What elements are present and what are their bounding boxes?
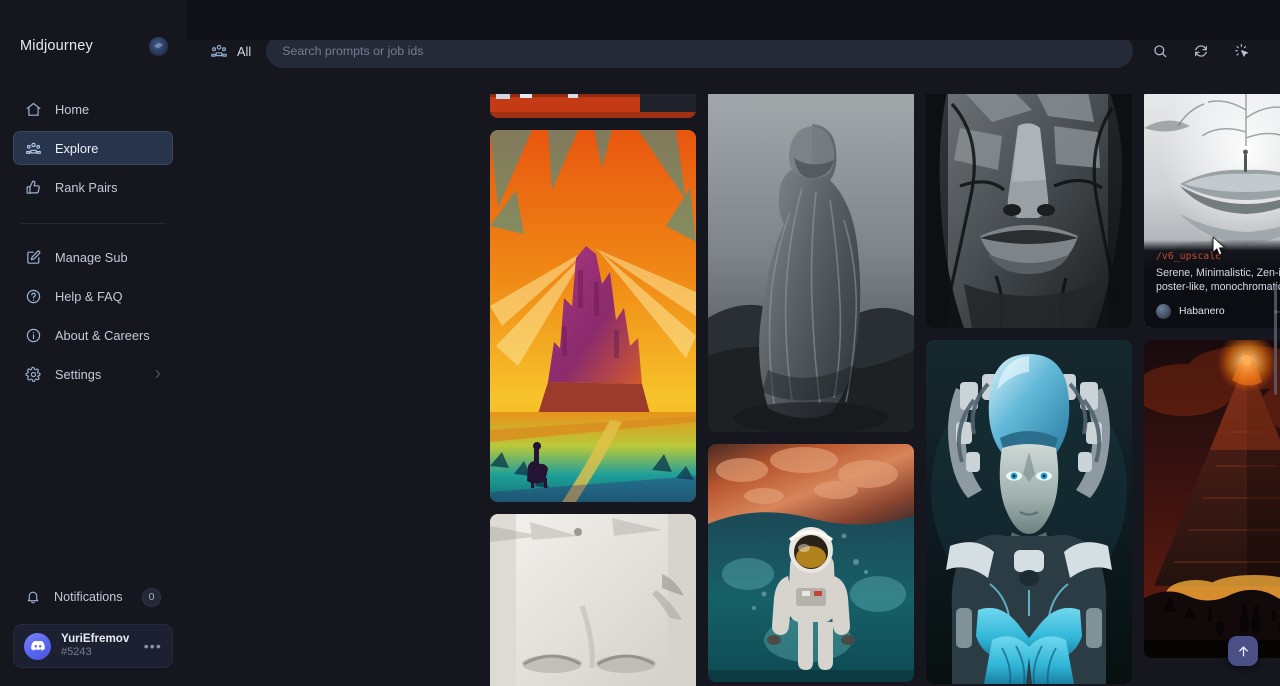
sidebar-item-label: Explore	[55, 141, 98, 156]
image-grid: /v6_upscale 3 hrs ago Serene, Minimalist…	[490, 88, 1280, 686]
gallery-tile[interactable]	[490, 130, 696, 502]
community-icon	[210, 42, 228, 60]
prompt-text: Serene, Minimalistic, Zen-inspired, post…	[1156, 267, 1280, 295]
sparkle-badge-icon[interactable]	[149, 37, 168, 56]
artwork-stone-carved-face	[926, 88, 1132, 328]
edit-square-icon	[25, 249, 42, 266]
ellipsis-icon[interactable]: •••	[144, 639, 162, 653]
sidebar-item-home[interactable]: Home	[13, 92, 173, 126]
gallery-tile[interactable]	[926, 88, 1132, 328]
notifications-count-badge: 0	[142, 588, 161, 607]
sidebar-item-manage-sub[interactable]: Manage Sub	[13, 240, 173, 274]
sidebar-spacer	[0, 396, 186, 582]
sidebar-item-help-faq[interactable]: Help & FAQ	[13, 279, 173, 313]
community-icon	[25, 140, 42, 157]
sidebar: Midjourney Home Explore	[0, 0, 186, 686]
main-content: /v6_upscale 3 hrs ago Serene, Minimalist…	[186, 0, 1280, 686]
arrow-up-icon	[1236, 644, 1251, 659]
artwork-shrouded-figure	[708, 88, 914, 432]
sidebar-item-settings[interactable]: Settings	[13, 357, 173, 391]
refresh-icon	[1193, 43, 1209, 59]
gallery-tile-hovered[interactable]: /v6_upscale 3 hrs ago Serene, Minimalist…	[1144, 88, 1280, 328]
grid-column	[926, 88, 1132, 684]
sparkle-cursor-icon	[1234, 43, 1250, 59]
sidebar-item-rank-pairs[interactable]: Rank Pairs	[13, 170, 173, 204]
overlay-footer: Habanero •••	[1156, 304, 1280, 319]
gear-icon	[25, 366, 42, 383]
sidebar-brand[interactable]: Midjourney	[0, 0, 186, 92]
discord-icon	[30, 638, 46, 654]
avatar	[24, 633, 51, 660]
artwork-cyborg-woman-blue	[926, 340, 1132, 684]
sidebar-item-label: Help & FAQ	[55, 289, 123, 304]
sidebar-item-label: About & Careers	[55, 328, 150, 343]
sidebar-item-label: Home	[55, 102, 89, 117]
overlay-header: /v6_upscale 3 hrs ago	[1156, 250, 1280, 262]
gallery-tile[interactable]	[490, 514, 696, 686]
question-circle-icon	[25, 288, 42, 305]
artwork-underwater-astronaut	[708, 444, 914, 682]
artwork-white-stone-face	[490, 514, 696, 686]
refresh-button[interactable]	[1187, 37, 1215, 65]
user-name: YuriEfremov	[61, 632, 129, 646]
search-icon	[1152, 43, 1168, 59]
gallery-tile[interactable]	[1144, 340, 1280, 658]
sparkle-cursor-button[interactable]	[1228, 37, 1256, 65]
author-avatar	[1156, 304, 1171, 319]
filter-label: All	[237, 44, 251, 59]
sidebar-item-explore[interactable]: Explore	[13, 131, 173, 165]
grid-column	[490, 88, 696, 686]
tile-hover-overlay: /v6_upscale 3 hrs ago Serene, Minimalist…	[1144, 240, 1280, 328]
sidebar-divider	[20, 223, 166, 224]
notifications-label: Notifications	[54, 590, 123, 604]
sidebar-item-label: Rank Pairs	[55, 180, 118, 195]
sidebar-item-label: Settings	[55, 367, 101, 382]
user-account-card[interactable]: YuriEfremov #5243 •••	[13, 624, 173, 668]
chevron-right-icon	[155, 369, 161, 379]
author-name: Habanero	[1179, 306, 1225, 317]
gallery-tile[interactable]	[708, 88, 914, 432]
brand-title: Midjourney	[20, 38, 93, 54]
app-root: Midjourney Home Explore	[0, 0, 1280, 686]
bell-icon	[25, 589, 41, 605]
search-input[interactable]	[282, 44, 1117, 58]
gallery-tile[interactable]	[926, 340, 1132, 684]
home-icon	[25, 101, 42, 118]
scroll-to-top-button[interactable]	[1228, 636, 1258, 666]
info-circle-icon	[25, 327, 42, 344]
command-tag: /v6_upscale	[1156, 251, 1221, 262]
artwork-desert-castle-sunset	[490, 130, 696, 502]
sidebar-item-about-careers[interactable]: About & Careers	[13, 318, 173, 352]
grid-column: /v6_upscale 3 hrs ago Serene, Minimalist…	[1144, 88, 1280, 658]
top-band	[186, 0, 1280, 40]
user-meta: YuriEfremov #5243	[61, 632, 129, 660]
sidebar-item-label: Manage Sub	[55, 250, 128, 265]
vertical-scrollbar[interactable]	[1274, 285, 1277, 395]
artwork-burning-pyramid	[1144, 340, 1280, 658]
sidebar-item-notifications[interactable]: Notifications 0	[13, 582, 173, 612]
gallery-viewport[interactable]: /v6_upscale 3 hrs ago Serene, Minimalist…	[186, 0, 1280, 686]
grid-column	[708, 88, 914, 682]
sidebar-secondary-nav: Manage Sub Help & FAQ About & Careers	[0, 240, 186, 396]
gallery-tile[interactable]	[708, 444, 914, 682]
sidebar-primary-nav: Home Explore Rank Pairs	[0, 92, 186, 209]
search-button[interactable]	[1146, 37, 1174, 65]
thumbs-up-icon	[25, 179, 42, 196]
filter-all-button[interactable]: All	[206, 38, 253, 64]
user-tag: #5243	[61, 646, 129, 659]
